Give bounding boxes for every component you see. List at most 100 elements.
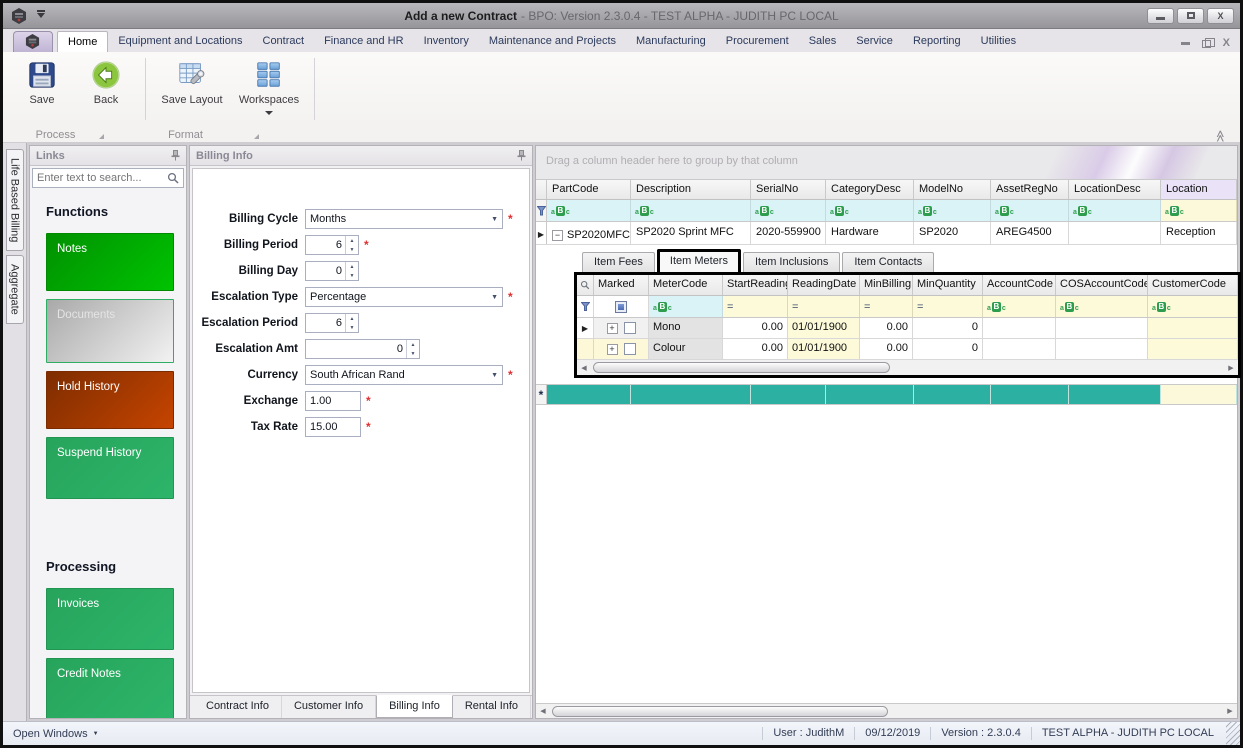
application-menu-button[interactable] xyxy=(13,31,53,52)
ribbon-tab-home[interactable]: Home xyxy=(57,31,109,52)
billing-day-stepper[interactable]: 0 xyxy=(305,261,359,281)
cell-minbilling[interactable]: 0.00 xyxy=(860,318,913,338)
filter-pin-icon[interactable] xyxy=(577,296,594,317)
search-icon[interactable] xyxy=(167,172,179,184)
escalation-amt-stepper[interactable]: 0 xyxy=(305,339,420,359)
tax-rate-field[interactable]: 15.00 xyxy=(305,417,361,437)
scroll-thumb[interactable] xyxy=(593,362,891,373)
suspend-history-button[interactable]: Suspend History xyxy=(46,437,174,499)
hold-history-button[interactable]: Hold History xyxy=(46,371,174,429)
grid-search-icon[interactable] xyxy=(577,275,594,295)
resize-grip[interactable] xyxy=(1226,722,1240,745)
filter-cell-minquantity[interactable]: = xyxy=(913,296,983,317)
filter-cell-location[interactable]: aBc xyxy=(1161,200,1237,221)
cell-customercode[interactable] xyxy=(1148,318,1238,338)
tab-billing-info[interactable]: Billing Info xyxy=(376,695,453,718)
mdi-restore-icon[interactable] xyxy=(1201,37,1215,48)
expand-row-icon[interactable] xyxy=(606,343,618,355)
filter-cell-partcode[interactable]: aBc xyxy=(547,200,631,221)
workspaces-button[interactable]: Workspaces xyxy=(234,58,304,122)
filter-cell-modelno[interactable]: aBc xyxy=(914,200,991,221)
cell-minquantity[interactable]: 0 xyxy=(913,339,983,359)
column-header-assetregno[interactable]: AssetRegNo xyxy=(991,180,1069,199)
cell-serialno[interactable]: 2020-559900 xyxy=(751,222,826,244)
new-row-cell[interactable] xyxy=(751,385,826,404)
filter-cell-metercode[interactable]: aBc xyxy=(649,296,723,317)
credit-notes-button[interactable]: Credit Notes xyxy=(46,658,174,718)
ribbon-tab-maintenance-and-projects[interactable]: Maintenance and Projects xyxy=(479,31,626,52)
tab-customer-info[interactable]: Customer Info xyxy=(282,696,377,718)
column-header-serialno[interactable]: SerialNo xyxy=(751,180,826,199)
new-row-cell[interactable] xyxy=(547,385,631,404)
cell-locationdesc[interactable] xyxy=(1069,222,1161,244)
currency-dropdown[interactable]: South African Rand xyxy=(305,365,503,385)
pin-icon[interactable] xyxy=(517,150,526,161)
ribbon-tab-equipment-and-locations[interactable]: Equipment and Locations xyxy=(108,31,252,52)
ribbon-tab-utilities[interactable]: Utilities xyxy=(971,31,1026,52)
scroll-right-icon[interactable]: ▶ xyxy=(1224,364,1238,372)
billing-cycle-dropdown[interactable]: Months xyxy=(305,209,503,229)
cell-modelno[interactable]: SP2020 xyxy=(914,222,991,244)
billing-period-stepper[interactable]: 6 xyxy=(305,235,359,255)
cell-metercode[interactable]: Mono xyxy=(649,318,723,338)
checkbox-unchecked[interactable] xyxy=(623,343,636,355)
ribbon-tab-sales[interactable]: Sales xyxy=(799,31,847,52)
filter-cell-cosaccountcode[interactable]: aBc xyxy=(1056,296,1148,317)
column-header-locationdesc[interactable]: LocationDesc xyxy=(1069,180,1161,199)
column-header-minquantity[interactable]: MinQuantity xyxy=(913,275,983,295)
column-header-minbilling[interactable]: MinBilling xyxy=(860,275,913,295)
cell-metercode[interactable]: Colour xyxy=(649,339,723,359)
exchange-field[interactable]: 1.00 xyxy=(305,391,361,411)
filter-cell-startreading[interactable]: = xyxy=(723,296,788,317)
spin-down-icon[interactable] xyxy=(346,271,358,280)
new-row-cell[interactable] xyxy=(1069,385,1161,404)
qat-dropdown-icon[interactable] xyxy=(37,10,45,18)
spin-up-icon[interactable] xyxy=(407,340,419,349)
scroll-thumb[interactable] xyxy=(552,705,889,717)
cell-partcode[interactable]: SP2020MFC xyxy=(547,222,631,244)
documents-button[interactable]: Documents xyxy=(46,299,174,363)
column-header-partcode[interactable]: PartCode xyxy=(547,180,631,199)
new-row-cell[interactable] xyxy=(914,385,991,404)
spin-down-icon[interactable] xyxy=(407,349,419,358)
cell-marked[interactable] xyxy=(594,318,649,338)
cell-cosaccountcode[interactable] xyxy=(1056,318,1148,338)
tab-item-fees[interactable]: Item Fees xyxy=(582,252,655,272)
expand-row-icon[interactable] xyxy=(606,322,618,334)
filter-cell-customercode[interactable]: aBc xyxy=(1148,296,1238,317)
save-layout-button[interactable]: Save Layout xyxy=(156,58,228,122)
cell-readingdate[interactable]: 01/01/1900 xyxy=(788,318,860,338)
cell-assetregno[interactable]: AREG4500 xyxy=(991,222,1069,244)
column-header-accountcode[interactable]: AccountCode xyxy=(983,275,1056,295)
filter-cell-assetregno[interactable]: aBc xyxy=(991,200,1069,221)
checkbox-unchecked[interactable] xyxy=(623,322,636,334)
search-input[interactable] xyxy=(37,172,167,184)
spin-down-icon[interactable] xyxy=(346,323,358,332)
column-header-cosaccountcode[interactable]: COSAccountCode xyxy=(1056,275,1148,295)
back-button[interactable]: Back xyxy=(77,58,135,122)
collapse-ribbon-icon[interactable]: ≪ xyxy=(1214,129,1228,140)
ribbon-tab-inventory[interactable]: Inventory xyxy=(414,31,479,52)
side-tab-aggregate[interactable]: Aggregate xyxy=(5,255,24,325)
nested-horizontal-scrollbar[interactable]: ◀ ▶ xyxy=(577,360,1238,375)
column-header-startreading[interactable]: StartReading xyxy=(723,275,788,295)
spin-down-icon[interactable] xyxy=(346,245,358,254)
filter-cell-categorydesc[interactable]: aBc xyxy=(826,200,914,221)
column-header-metercode[interactable]: MeterCode xyxy=(649,275,723,295)
maximize-button[interactable] xyxy=(1177,7,1204,24)
grid-horizontal-scrollbar[interactable]: ◀ ▶ xyxy=(536,703,1237,718)
scroll-left-icon[interactable]: ◀ xyxy=(577,364,591,372)
filter-cell-minbilling[interactable]: = xyxy=(860,296,913,317)
save-button[interactable]: Save xyxy=(13,58,71,122)
cell-minbilling[interactable]: 0.00 xyxy=(860,339,913,359)
cell-categorydesc[interactable]: Hardware xyxy=(826,222,914,244)
escalation-type-dropdown[interactable]: Percentage xyxy=(305,287,503,307)
open-windows-button[interactable]: Open Windows xyxy=(3,728,99,740)
checkbox-indeterminate[interactable] xyxy=(615,300,627,313)
dialog-launcher-icon[interactable] xyxy=(254,133,259,139)
mdi-close-icon[interactable]: X xyxy=(1223,38,1230,49)
column-header-marked[interactable]: Marked xyxy=(594,275,649,295)
grid-data-row[interactable]: SP2020MFC SP2020 Sprint MFC 2020-559900 … xyxy=(536,222,1237,245)
cell-readingdate[interactable]: 01/01/1900 xyxy=(788,339,860,359)
cell-startreading[interactable]: 0.00 xyxy=(723,339,788,359)
